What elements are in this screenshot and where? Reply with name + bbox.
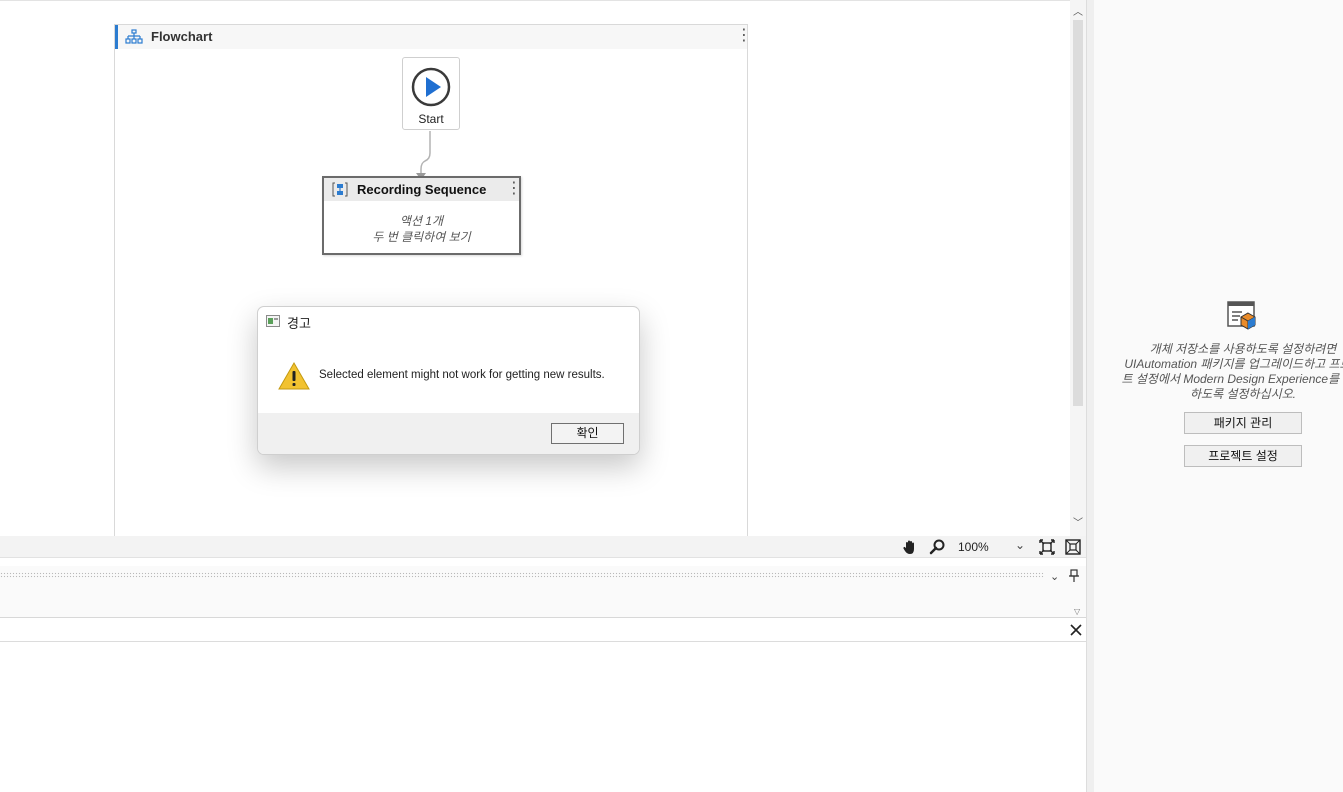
output-panel-content [0,642,1086,792]
sequence-title: Recording Sequence [357,182,487,197]
manage-packages-button[interactable]: 패키지 관리 [1184,412,1302,434]
docked-panel-header[interactable]: ⌄ [0,566,1086,588]
sequence-header[interactable]: Recording Sequence ⋮ [324,178,522,201]
message-line: 개체 저장소를 사용하도록 설정하려면 [1149,342,1337,356]
output-panel-header [0,619,1086,642]
flowchart-title: Flowchart [151,29,213,44]
start-node[interactable]: Start [402,57,460,130]
message-line: UIAutomation 패키지를 업그레이드하고 프로젝 [1124,357,1343,371]
play-icon [411,67,451,107]
panel-dropdown-chevron-icon[interactable]: ⌄ [1050,570,1059,583]
message-line: 트 설정에서 Modern Design Experience를 사용 [1121,372,1343,386]
sequence-menu-icon[interactable]: ⋮ [506,180,522,198]
canvas-vertical-scrollbar[interactable]: ︿ ﹀ [1070,0,1086,536]
recording-sequence-activity[interactable]: Recording Sequence ⋮ 액션 1개 두 번 클릭하여 보기 [322,176,522,255]
flowchart-header[interactable]: Flowchart ⋮ [115,25,752,49]
sequence-action-count: 액션 1개 [399,214,444,228]
close-icon[interactable] [1069,623,1083,637]
project-settings-button[interactable]: 프로젝트 설정 [1184,445,1302,467]
docked-panel-body: ▽ [0,588,1086,618]
scroll-up-icon[interactable]: ︿ [1073,3,1083,18]
app-window-icon [266,315,280,327]
flowchart-menu-icon[interactable]: ⋮ [736,27,752,45]
designer-toolbar: 100% ⌄ [0,536,1086,558]
flowchart-container[interactable]: Flowchart ⋮ Start Recording Sequence ⋮ 액… [114,24,752,537]
warning-icon [278,362,310,390]
pin-icon[interactable] [1068,569,1080,583]
dialog-footer: 확인 [258,413,639,454]
flowchart-icon [125,29,143,44]
object-repository-panel: 개체 저장소를 사용하도록 설정하려면 UIAutomation 패키지를 업그… [1094,0,1343,792]
dialog-message: Selected element might not work for gett… [319,369,605,381]
object-repository-message: 개체 저장소를 사용하도록 설정하려면 UIAutomation 패키지를 업그… [1104,342,1343,402]
panel-splitter[interactable] [1086,0,1094,792]
zoom-level[interactable]: 100% [958,540,989,554]
scrollbar-thumb[interactable] [1073,20,1083,406]
magnifier-icon[interactable] [929,539,945,555]
fit-to-screen-icon[interactable] [1039,539,1055,555]
scroll-down-icon[interactable]: ﹀ [1073,514,1083,529]
zoom-dropdown-chevron-icon[interactable]: ⌄ [1015,538,1025,552]
start-label: Start [418,112,444,126]
sequence-hint: 두 번 클릭하여 보기 [372,230,471,244]
flow-connector [416,131,431,180]
panel-expand-icon[interactable]: ▽ [1074,607,1080,616]
warning-dialog[interactable]: 경고 Selected element might not work for g… [257,306,640,455]
message-line: 하도록 설정하십시오. [1189,387,1297,401]
ok-button[interactable]: 확인 [551,423,624,444]
hand-pan-icon[interactable] [902,539,918,555]
sequence-icon [332,182,348,197]
designer-canvas[interactable]: Flowchart ⋮ Start Recording Sequence ⋮ 액… [0,0,1070,537]
panel-drag-grip[interactable] [0,572,1044,578]
dialog-title: 경고 [287,316,311,331]
actual-size-icon[interactable] [1065,539,1081,555]
object-repository-icon [1227,301,1256,330]
